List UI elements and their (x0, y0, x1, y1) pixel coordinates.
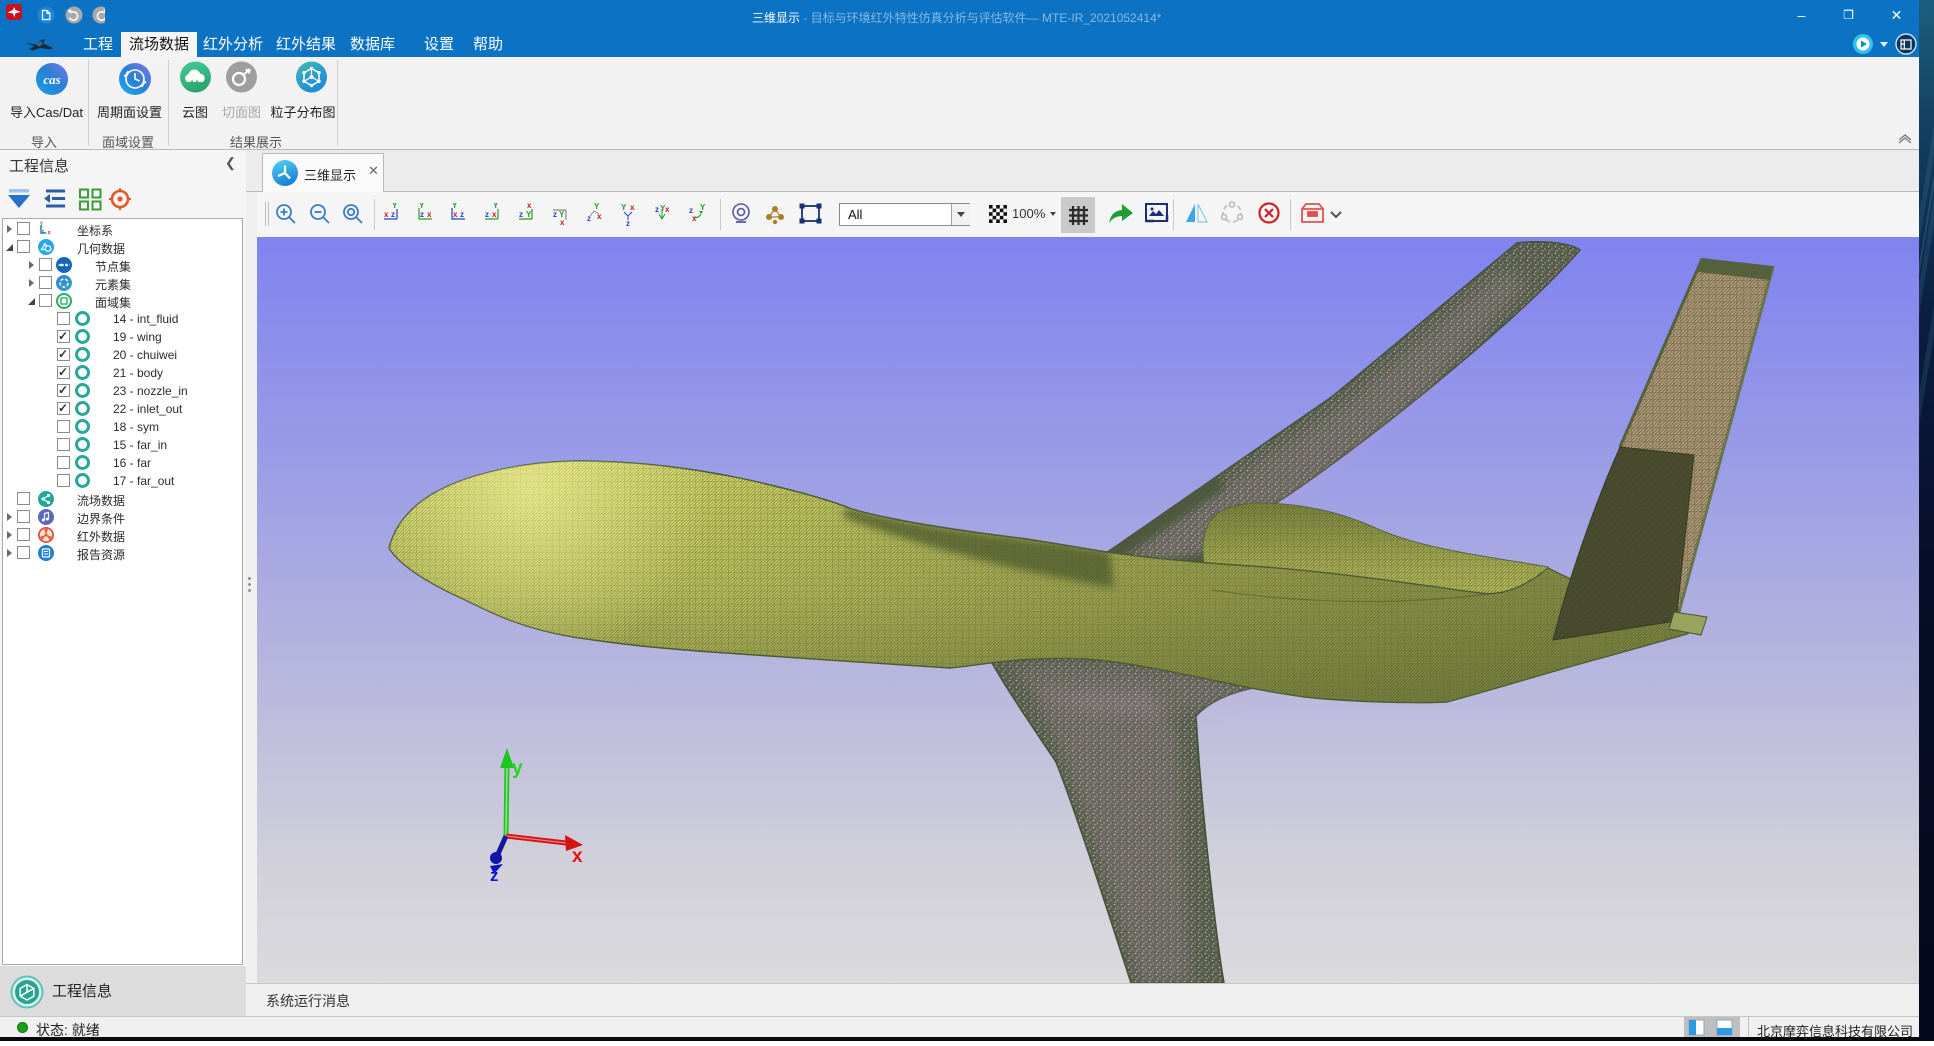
svg-text:z: z (626, 219, 630, 227)
svg-text:Y: Y (700, 203, 706, 212)
svg-text:x: x (453, 210, 458, 219)
svg-text:Y: Y (526, 210, 532, 219)
svg-text:z: z (485, 210, 489, 219)
svg-text:z: z (391, 210, 395, 219)
svg-text:z: z (519, 210, 523, 219)
svg-text:z: z (553, 210, 557, 219)
svg-text:z: z (420, 210, 424, 219)
svg-text:z: z (655, 205, 659, 214)
svg-text:x: x (560, 218, 565, 227)
svg-text:x: x (427, 210, 432, 219)
svg-text:x: x (630, 203, 635, 212)
svg-text:z: z (460, 210, 464, 219)
svg-text:x: x (384, 210, 389, 219)
svg-text:Y: Y (660, 204, 666, 213)
svg-text:cas: cas (43, 72, 60, 87)
svg-text:Y: Y (419, 203, 425, 210)
svg-text:x: x (692, 214, 697, 223)
svg-text:Y: Y (40, 222, 44, 228)
svg-text:x: x (48, 230, 52, 236)
svg-text:Y: Y (392, 203, 398, 210)
svg-text:z: z (490, 866, 499, 885)
svg-text:z: z (42, 229, 45, 235)
svg-text:Y: Y (621, 203, 627, 212)
svg-text:x: x (572, 846, 583, 867)
svg-text:Y: Y (594, 203, 600, 211)
svg-text:x: x (527, 203, 532, 210)
svg-text:z: z (587, 214, 591, 223)
svg-text:x: x (597, 212, 602, 221)
svg-text:Y: Y (493, 203, 499, 210)
svg-text:x: x (492, 210, 497, 219)
svg-text:Y: Y (452, 203, 458, 210)
svg-text:y: y (512, 758, 523, 779)
svg-text:x: x (665, 205, 670, 214)
